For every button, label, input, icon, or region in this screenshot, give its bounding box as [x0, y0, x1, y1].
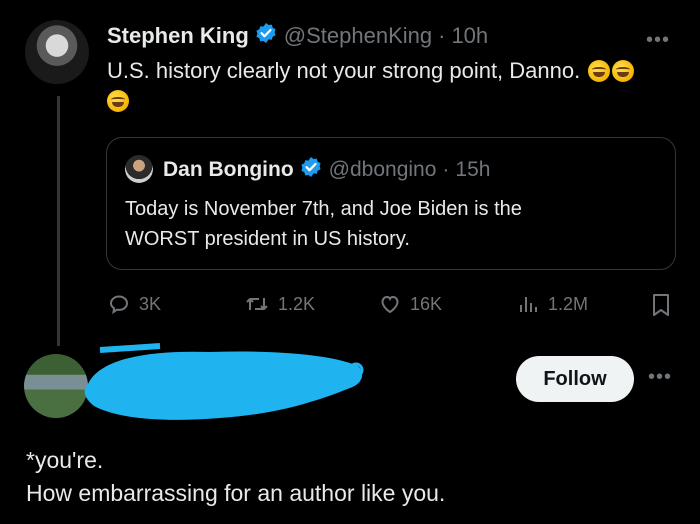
quoted-author-handle: @dbongino	[328, 158, 437, 181]
like-button[interactable]: 16K	[378, 292, 442, 316]
bookmark-button[interactable]	[650, 292, 680, 318]
avatar[interactable]	[25, 20, 89, 84]
quoted-author-name: Dan Bongino	[163, 158, 294, 181]
views-icon	[520, 297, 537, 312]
quoted-tweet-text: Today is November 7th, and Joe Biden is …	[125, 194, 665, 254]
verified-badge-icon	[300, 156, 322, 184]
reply-count: 3K	[139, 293, 162, 314]
reply-avatar[interactable]	[24, 354, 88, 418]
separator: ·	[442, 158, 450, 181]
tweet-text: U.S. history clearly not your strong poi…	[107, 56, 677, 116]
quoted-text-line: Today is November 7th, and Joe Biden is …	[125, 198, 522, 220]
quoted-avatar	[125, 155, 153, 183]
quoted-tweet-time: 15h	[455, 158, 491, 181]
reply-line: How embarrassing for an author like you.	[26, 480, 446, 506]
follow-button[interactable]: Follow	[516, 356, 634, 402]
tweet-header: Stephen King @StephenKing · 10h	[107, 22, 488, 50]
tweet-time[interactable]: 10h	[451, 23, 488, 49]
view-count: 1.2M	[548, 293, 589, 314]
reply-text: *you're. How embarrassing for an author …	[26, 444, 676, 510]
retweet-icon	[246, 298, 268, 310]
more-icon[interactable]: •••	[646, 29, 670, 52]
author-name[interactable]: Stephen King	[107, 23, 249, 49]
separator: ·	[438, 23, 446, 48]
verified-badge-icon	[255, 22, 277, 50]
more-icon[interactable]: •••	[648, 366, 672, 389]
quoted-text-line: WORST president in US history.	[125, 228, 410, 250]
rolling-on-floor-laughing-icon	[107, 90, 129, 112]
like-count: 16K	[410, 293, 443, 314]
rolling-on-floor-laughing-icon	[588, 60, 611, 82]
reply-button[interactable]: 3K	[107, 292, 161, 316]
rolling-on-floor-laughing-icon	[612, 60, 635, 82]
views-button[interactable]: 1.2M	[518, 292, 588, 316]
retweet-button[interactable]: 1.2K	[244, 292, 315, 316]
heart-icon	[381, 295, 399, 314]
bookmark-icon	[653, 294, 669, 316]
reply-line: *you're.	[26, 447, 104, 473]
thread-line	[57, 96, 60, 346]
reply-icon	[109, 295, 129, 315]
retweet-count: 1.2K	[278, 293, 316, 314]
quoted-tweet-header: Dan Bongino @dbongino · 15h	[163, 156, 490, 184]
tweet-body: U.S. history clearly not your strong poi…	[107, 58, 581, 83]
author-handle[interactable]: @StephenKing	[284, 23, 432, 49]
redaction-scribble	[84, 343, 364, 420]
